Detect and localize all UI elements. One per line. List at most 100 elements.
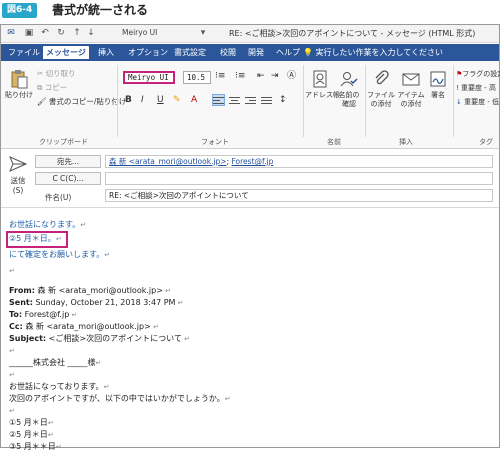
bold-button[interactable]: B — [125, 95, 132, 106]
font-name-select[interactable]: Meiryo UI — [123, 71, 175, 84]
cc-label: Cc: — [9, 322, 23, 331]
low-importance-button[interactable]: ↓ 重要度 - 低 — [456, 97, 499, 107]
names-group-label: 名前 — [327, 138, 341, 146]
quoted-from-line: From: 森 新 <arata_mori@outlook.jp> ↵ — [9, 286, 171, 295]
highlight-icon[interactable]: ✎ — [173, 95, 181, 106]
option-3-text: ③5 月＊＊日 — [9, 442, 56, 451]
quoted-cc-line: Cc: 森 新 <arata_mori@outlook.jp> ↵ — [9, 322, 159, 331]
to-field[interactable]: 森 新 <arata_mori@outlook.jp>; Forest@f.jp — [105, 155, 493, 168]
group-divider — [117, 65, 118, 137]
paste-icon — [11, 70, 28, 89]
font-size-select[interactable]: 10.5 — [183, 71, 211, 84]
numbering-icon[interactable]: ⁝≡ — [235, 71, 245, 82]
paste-label: 貼り付け — [5, 91, 33, 99]
line-spacing-icon[interactable]: ↕ — [279, 95, 287, 106]
tab-message[interactable]: メッセージ — [43, 46, 89, 59]
option-1-text: ①5 月＊日 — [9, 418, 48, 427]
send-button[interactable]: 送信(S) — [7, 156, 29, 202]
to-recipient-1[interactable]: 森 新 <arata_mori@outlook.jp> — [109, 157, 227, 166]
align-right-button[interactable] — [245, 95, 256, 105]
tab-insert[interactable]: 挿入 — [95, 46, 117, 59]
greeting-text: お世話になります。 — [9, 220, 81, 229]
from-label: From: — [9, 286, 35, 295]
subject-value-quoted: <ご相談>次回のアポイントについて — [48, 334, 182, 343]
quoted-question-text: 次回のアポイントですが、以下の中ではいかがでしょうか。 — [9, 394, 225, 403]
message-body[interactable]: お世話になります。↵ ②5 月＊日。↵ にて確定をお願いします。↵ ↵ From… — [1, 209, 499, 451]
empty-line: ↵ — [9, 267, 15, 275]
sent-label: Sent: — [9, 298, 33, 307]
clipboard-group-label: クリップボード — [39, 138, 88, 146]
send-icon — [9, 156, 27, 172]
flag-button[interactable]: ⚑フラグの設定 — [456, 69, 500, 79]
empty-line: ↵ — [9, 347, 15, 355]
underline-button[interactable]: U — [157, 95, 164, 106]
to-button[interactable]: 宛先... — [35, 155, 101, 168]
cut-label: 切り取り — [45, 69, 76, 78]
window-title: RE: <ご相談>次回のアポイントについて - メッセージ (HTML 形式) — [229, 29, 476, 38]
address-book-button[interactable]: アドレス帳 — [305, 69, 340, 100]
paste-button[interactable]: 貼り付け — [5, 69, 33, 100]
high-importance-button[interactable]: ! 重要度 - 高 — [456, 83, 496, 93]
check-names-button[interactable]: 名前の確認 — [337, 69, 361, 109]
message-header: 送信(S) 宛先... 森 新 <arata_mori@outlook.jp>;… — [1, 150, 499, 208]
company-text: ______株式会社 _____様 — [9, 358, 96, 367]
copy-label: コピー — [44, 83, 68, 92]
down-arrow-icon: ↓ — [456, 98, 465, 106]
copy-button[interactable]: ⧉ コピー — [37, 83, 67, 93]
recipient-separator: ; — [226, 157, 230, 166]
down-arrow-icon[interactable]: ↓ — [85, 28, 97, 39]
save-icon[interactable]: ▣ — [23, 28, 35, 39]
tell-me-box[interactable]: 💡 実行したい作業を入力してください — [303, 46, 443, 59]
quoted-to-line: To: Forest@f.jp ↵ — [9, 310, 78, 319]
title-bar: ✉ ▣ ↶ ↻ ↑ ↓ Meiryo UI ▾ RE: <ご相談>次回のアポイン… — [1, 25, 499, 43]
justify-button[interactable] — [261, 95, 272, 105]
quoted-greeting-line: お世話になっております。↵ — [9, 382, 110, 391]
quoted-greeting-text: お世話になっております。 — [9, 382, 104, 391]
decrease-indent-icon[interactable]: ⇤ — [257, 71, 265, 82]
lightbulb-icon: 💡 — [303, 48, 316, 57]
company-line: ______株式会社 _____様↵ — [9, 358, 102, 367]
italic-button[interactable]: I — [141, 95, 144, 106]
empty-line: ↵ — [9, 407, 15, 415]
tab-file[interactable]: ファイル — [5, 46, 43, 59]
tab-format-text[interactable]: 書式設定 — [171, 46, 209, 59]
clear-formatting-icon[interactable]: Ⓐ — [287, 71, 296, 82]
signature-icon — [430, 71, 446, 87]
align-left-button[interactable] — [212, 94, 225, 106]
signature-button[interactable]: 署名 — [427, 69, 449, 100]
quoted-sent-line: Sent: Sunday, October 21, 2018 3:47 PM ↵ — [9, 298, 184, 307]
empty-line: ↵ — [9, 371, 15, 379]
attach-item-button[interactable]: アイテムの添付 — [397, 69, 425, 109]
figure-caption: 図6-4 書式が統一される — [0, 0, 500, 22]
figure-title: 書式が統一される — [52, 3, 149, 17]
tab-help[interactable]: ヘルプ — [273, 46, 303, 59]
qat-font-name[interactable]: Meiryo UI — [122, 28, 157, 37]
subject-field[interactable]: RE: <ご相談>次回のアポイントについて — [105, 189, 493, 202]
cut-button[interactable]: ✂ 切り取り — [37, 69, 76, 79]
envelope-icon — [402, 73, 420, 86]
option-2-line: ②5 月＊日↵ — [9, 430, 54, 439]
high-importance-label: 重要度 - 高 — [461, 84, 497, 92]
to-recipient-2[interactable]: Forest@f.jp — [232, 157, 274, 166]
redo-icon[interactable]: ↻ — [55, 28, 67, 39]
check-names-icon — [340, 72, 358, 87]
subject-label: 件名(U) — [45, 193, 72, 202]
qat-customize-icon[interactable]: ▾ — [197, 28, 209, 39]
tab-review[interactable]: 校閲 — [217, 46, 239, 59]
send-label: 送信(S) — [10, 176, 26, 195]
tab-developer[interactable]: 開発 — [245, 46, 267, 59]
up-arrow-icon[interactable]: ↑ — [71, 28, 83, 39]
cc-field[interactable] — [105, 172, 493, 185]
bullets-icon[interactable]: ⁝≡ — [215, 71, 225, 82]
format-painter-button[interactable]: 🖌 書式のコピー/貼り付け — [37, 97, 126, 107]
greeting-line: お世話になります。↵ — [9, 220, 87, 229]
attach-file-button[interactable]: ファイルの添付 — [367, 69, 395, 109]
to-label: To: — [9, 310, 23, 319]
to-value: Forest@f.jp — [24, 310, 70, 319]
align-center-button[interactable] — [229, 95, 240, 105]
tab-options[interactable]: オプション — [125, 46, 171, 59]
undo-icon[interactable]: ↶ — [39, 28, 51, 39]
increase-indent-icon[interactable]: ⇥ — [271, 71, 279, 82]
font-color-icon[interactable]: A — [191, 95, 197, 106]
cc-button[interactable]: C C(C)... — [35, 172, 101, 185]
